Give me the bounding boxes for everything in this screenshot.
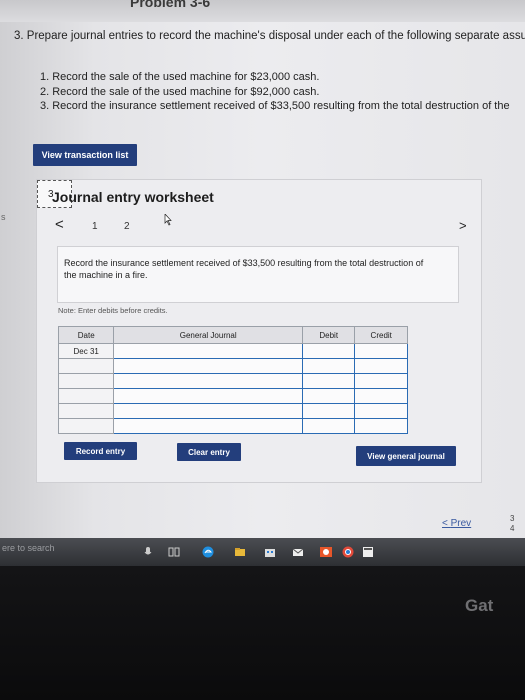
- credit-header: Credit: [354, 326, 408, 344]
- scenario-list: 1. Record the sale of the used machine f…: [40, 70, 510, 114]
- debit-input[interactable]: [301, 358, 356, 374]
- account-input[interactable]: [113, 388, 303, 404]
- date-cell[interactable]: Dec 31: [57, 343, 115, 359]
- page-title: Problem 3-6: [130, 0, 211, 10]
- question-text: 3. Prepare journal entries to record the…: [14, 30, 525, 42]
- date-header: Date: [57, 326, 115, 344]
- scenario-item-2: 2. Record the sale of the used machine f…: [40, 85, 320, 98]
- credit-input[interactable]: [354, 418, 408, 434]
- account-input[interactable]: [113, 403, 303, 419]
- media-app-icon[interactable]: [320, 546, 332, 558]
- account-input[interactable]: [113, 373, 303, 389]
- debit-input[interactable]: [301, 388, 356, 404]
- debit-input[interactable]: [301, 343, 356, 359]
- date-cell[interactable]: [57, 418, 115, 434]
- debit-input[interactable]: [301, 403, 356, 419]
- page-indicator: 3 4: [510, 514, 514, 534]
- next-entry-button[interactable]: >: [459, 218, 467, 233]
- windows-taskbar: ere to search: [0, 538, 525, 566]
- store-icon[interactable]: [264, 546, 276, 558]
- page-indicator-top: 3: [510, 514, 515, 523]
- prev-link-label: Prev: [450, 518, 472, 529]
- entry-page-3-label: 3: [48, 189, 54, 200]
- journal-table-header: Date General Journal Debit Credit: [57, 326, 408, 344]
- entry-description-box: Record the insurance settlement received…: [57, 246, 459, 303]
- table-row: [57, 418, 408, 434]
- laptop-bezel: Gat: [0, 566, 525, 700]
- record-entry-button[interactable]: Record entry: [64, 442, 137, 460]
- file-explorer-icon[interactable]: [234, 546, 246, 558]
- journal-entry-worksheet: Journal entry worksheet < 1 2 3 > Record…: [36, 179, 482, 483]
- debit-input[interactable]: [301, 373, 356, 389]
- microphone-icon[interactable]: [142, 546, 154, 558]
- date-cell[interactable]: [57, 403, 115, 419]
- entry-description: Record the insurance settlement received…: [64, 258, 424, 280]
- page-indicator-bottom: 4: [510, 524, 515, 533]
- sidebar-fragment: s: [1, 212, 6, 222]
- entry-page-1[interactable]: 1: [92, 221, 98, 232]
- account-input[interactable]: [113, 418, 303, 434]
- table-row: [57, 388, 408, 404]
- general-journal-header: General Journal: [113, 326, 303, 344]
- credit-input[interactable]: [354, 403, 408, 419]
- calculator-icon[interactable]: [362, 546, 374, 558]
- mail-icon[interactable]: [292, 546, 304, 558]
- credit-input[interactable]: [354, 358, 408, 374]
- chrome-icon[interactable]: [342, 546, 354, 558]
- task-view-icon[interactable]: [168, 546, 180, 558]
- taskbar-search[interactable]: ere to search: [2, 543, 55, 553]
- account-input[interactable]: [113, 358, 303, 374]
- hand-cursor-icon: [164, 214, 172, 226]
- date-cell[interactable]: [57, 358, 115, 374]
- edge-browser-icon[interactable]: [202, 546, 214, 558]
- prev-page-link[interactable]: < Prev: [442, 518, 471, 529]
- scenario-item-3: 3. Record the insurance settlement recei…: [40, 100, 510, 112]
- account-input[interactable]: [113, 343, 303, 359]
- journal-table: Date General Journal Debit Credit Dec 31: [57, 326, 408, 434]
- clear-entry-button[interactable]: Clear entry: [177, 443, 241, 461]
- view-transaction-list-button[interactable]: View transaction list: [33, 144, 137, 166]
- view-general-journal-button[interactable]: View general journal: [356, 446, 456, 466]
- debit-header: Debit: [301, 326, 356, 344]
- credit-input[interactable]: [354, 373, 408, 389]
- debit-input[interactable]: [301, 418, 356, 434]
- top-bar: Problem 3-6: [0, 0, 525, 22]
- debit-credit-note: Note: Enter debits before credits.: [58, 306, 168, 315]
- worksheet-title: Journal entry worksheet: [52, 189, 214, 205]
- date-cell[interactable]: [57, 373, 115, 389]
- credit-input[interactable]: [354, 343, 408, 359]
- table-row: Dec 31: [57, 343, 408, 359]
- table-row: [57, 403, 408, 419]
- scenario-item-1: 1. Record the sale of the used machine f…: [40, 71, 320, 83]
- entry-page-2[interactable]: 2: [124, 221, 130, 232]
- date-cell[interactable]: [57, 388, 115, 404]
- table-row: [57, 358, 408, 374]
- browser-screen: Problem 3-6 3. Prepare journal entries t…: [0, 0, 525, 548]
- table-row: [57, 373, 408, 389]
- laptop-brand-logo: Gat: [465, 596, 494, 615]
- prev-entry-button[interactable]: <: [55, 216, 64, 233]
- credit-input[interactable]: [354, 388, 408, 404]
